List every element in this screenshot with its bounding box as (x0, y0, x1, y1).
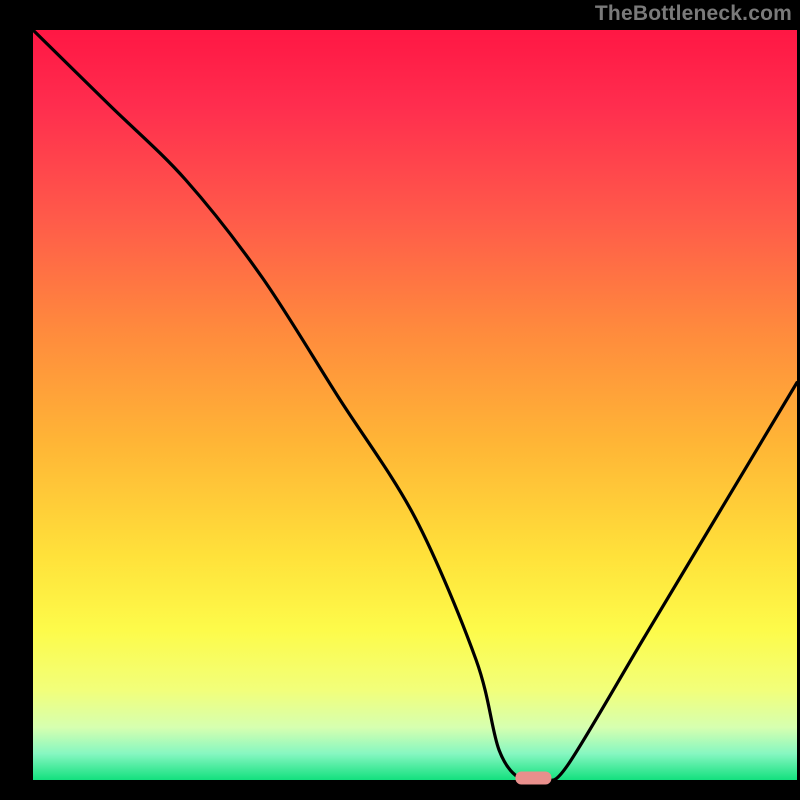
watermark-text: TheBottleneck.com (595, 2, 792, 26)
optimal-marker (515, 772, 551, 785)
bottleneck-chart: TheBottleneck.com (0, 0, 800, 800)
chart-svg (0, 0, 800, 800)
